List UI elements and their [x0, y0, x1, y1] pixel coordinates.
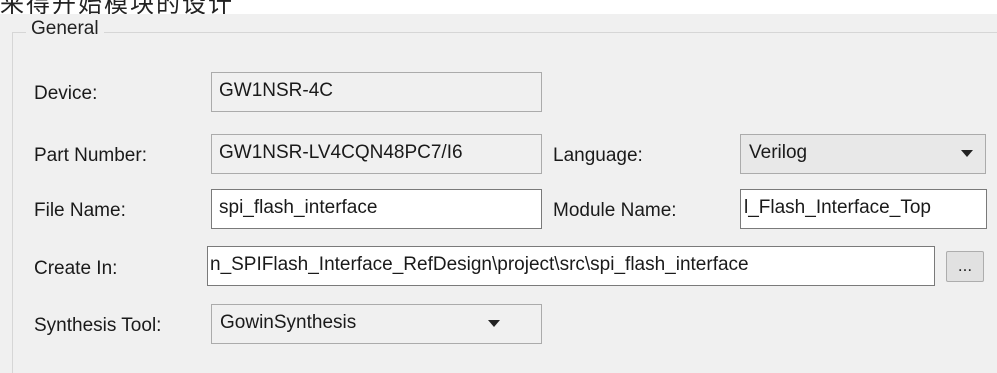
language-label: Language: — [553, 145, 643, 166]
chevron-down-icon — [488, 320, 500, 327]
browse-button[interactable]: ... — [946, 251, 984, 282]
part-number-field: GW1NSR-LV4CQN48PC7/I6 — [211, 134, 542, 174]
synthesis-tool-select[interactable]: GowinSynthesis — [211, 304, 542, 344]
device-field: GW1NSR-4C — [211, 72, 542, 112]
cut-off-text: 来得开始模块的设计 — [0, 0, 234, 14]
top-cut-strip: 来得开始模块的设计 — [0, 0, 997, 14]
create-in-input[interactable]: n_SPIFlash_Interface_RefDesign\project\s… — [207, 246, 935, 286]
module-name-label: Module Name: — [553, 200, 677, 221]
module-name-input[interactable]: l_Flash_Interface_Top — [740, 189, 987, 229]
device-label: Device: — [34, 83, 98, 104]
create-in-label: Create In: — [34, 258, 118, 279]
group-title: General — [26, 18, 104, 40]
chevron-down-icon — [961, 150, 973, 157]
language-value: Verilog — [749, 142, 808, 163]
synthesis-tool-label: Synthesis Tool: — [34, 315, 162, 336]
file-name-input[interactable]: spi_flash_interface — [211, 189, 542, 229]
language-select[interactable]: Verilog — [740, 134, 986, 174]
synthesis-tool-value: GowinSynthesis — [220, 312, 357, 333]
file-name-label: File Name: — [34, 200, 126, 221]
part-number-label: Part Number: — [34, 145, 147, 166]
